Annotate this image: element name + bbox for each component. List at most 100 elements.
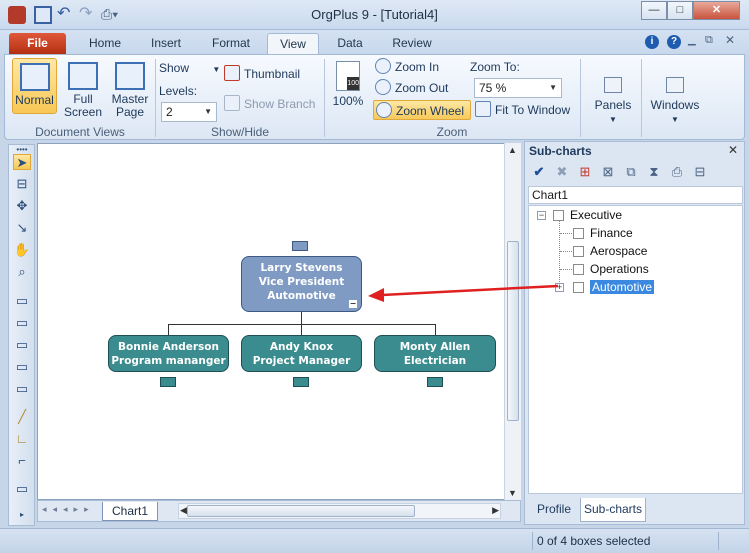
tab-view[interactable]: View [267, 33, 319, 54]
levels-value: 2 [166, 105, 173, 119]
maximize-button[interactable]: □ [667, 1, 693, 20]
scroll-up-icon[interactable]: ▲ [505, 145, 520, 155]
info-icon[interactable]: i [645, 35, 659, 49]
root-box-larry-stevens[interactable]: Larry Stevens Vice President Automotive … [241, 256, 362, 312]
toolbar-more-icon[interactable]: ▸ [13, 507, 31, 523]
zoom-in-button[interactable]: Zoom In [375, 57, 439, 77]
expand-down-icon[interactable] [160, 377, 176, 387]
thumbnail-button[interactable]: Thumbnail [224, 64, 300, 84]
cancel-icon[interactable]: ✖ [554, 164, 570, 180]
scroll-left-icon[interactable]: ◀ [180, 505, 187, 516]
checkbox[interactable] [573, 228, 584, 239]
angle-line-tool[interactable]: ∟ [13, 431, 31, 447]
full-screen-button[interactable]: Full Screen [63, 62, 103, 119]
print-icon[interactable]: ⎙ [669, 164, 685, 180]
checkbox[interactable] [573, 246, 584, 257]
tree-item-operations[interactable]: Operations [573, 261, 649, 278]
fit-to-window-button[interactable]: Fit To Window [475, 100, 570, 120]
copy-icon[interactable]: ⧉ [623, 164, 639, 180]
elbow-connector-tool[interactable]: ⌐ [13, 453, 31, 469]
hourglass-icon[interactable]: ⧗ [646, 164, 662, 180]
move-tool[interactable]: ✥ [13, 198, 31, 214]
tab-home[interactable]: Home [80, 33, 130, 54]
tab-insert[interactable]: Insert [143, 33, 189, 54]
vertical-scroll-thumb[interactable] [507, 241, 519, 421]
select-move-tool[interactable]: ↘ [13, 220, 31, 236]
org-structure-icon[interactable]: ⊞ [577, 164, 593, 180]
box-tool-1[interactable]: ▭ [13, 293, 31, 309]
tree-item-finance[interactable]: Finance [573, 225, 633, 242]
sheet-nav-icon[interactable]: ◂◂◂▸▸ [42, 504, 95, 515]
checkbox[interactable] [573, 264, 584, 275]
pointer-tool[interactable]: ➤ [13, 154, 31, 170]
layout-icon[interactable]: ⊟ [692, 164, 708, 180]
doc-close-icon[interactable]: ✕ [725, 33, 735, 47]
close-button[interactable]: ✕ [693, 1, 740, 20]
expand-up-icon[interactable] [292, 241, 308, 251]
box-tool-4[interactable]: ▭ [13, 359, 31, 375]
tab-subcharts[interactable]: Sub-charts [580, 498, 646, 522]
scroll-right-icon[interactable]: ▶ [492, 505, 499, 516]
horizontal-scroll-thumb[interactable] [187, 505, 415, 517]
export-icon[interactable]: ⊠ [600, 164, 616, 180]
tab-file[interactable]: File [9, 33, 66, 54]
master-page-button[interactable]: Master Page [109, 62, 151, 119]
ribbon-view: Normal Full Screen Master Page Document … [4, 54, 745, 140]
show-hide-group-label: Show/Hide [210, 125, 270, 139]
box-tool-2[interactable]: ▭ [13, 315, 31, 331]
checkbox[interactable] [573, 282, 584, 293]
box-andy-knox[interactable]: Andy Knox Project Manager [241, 335, 362, 372]
collapse-tree-icon[interactable]: − [537, 211, 546, 220]
ribbon-separator [155, 59, 156, 137]
windows-label: Windows [650, 98, 700, 112]
tab-data[interactable]: Data [330, 33, 370, 54]
restore-icon[interactable]: ⧉ [705, 34, 713, 47]
tree-item-label: Finance [590, 226, 633, 240]
show-branch-label: Show Branch [244, 97, 316, 111]
line-tool[interactable]: ╱ [13, 409, 31, 425]
hand-tool[interactable]: ✋ [13, 242, 31, 258]
check-icon[interactable]: ✔ [531, 164, 547, 180]
tree-item-executive[interactable]: Executive [553, 207, 622, 224]
tab-review[interactable]: Review [384, 33, 440, 54]
show-dropdown[interactable]: Show ▼ [159, 58, 220, 78]
tree-item-aerospace[interactable]: Aerospace [573, 243, 647, 260]
ribbon-minimize-icon[interactable]: ▁ [688, 35, 696, 46]
rectangle-tool[interactable]: ▭ [13, 481, 31, 497]
sheet-tab-chart1[interactable]: Chart1 [102, 502, 158, 521]
subcharts-tree: − Executive Finance Aerospace Operations… [528, 205, 743, 494]
box-bonnie-anderson[interactable]: Bonnie Anderson Program mananger [108, 335, 229, 372]
expand-tree-icon[interactable]: + [555, 283, 564, 292]
levels-combo[interactable]: 2 ▼ [161, 102, 217, 122]
close-icon[interactable]: ✕ [728, 143, 738, 157]
help-icon[interactable]: ? [667, 35, 681, 49]
chart-canvas[interactable]: Larry Stevens Vice President Automotive … [37, 143, 520, 500]
zoom-out-label: Zoom Out [395, 81, 449, 95]
chevron-down-icon: ▼ [609, 115, 617, 124]
zoom-wheel-button[interactable]: Zoom Wheel [373, 100, 472, 120]
box-tool-3[interactable]: ▭ [13, 337, 31, 353]
windows-button[interactable]: Windows ▼ [645, 77, 705, 126]
show-label: Show [159, 61, 190, 75]
vertical-scrollbar[interactable]: ▲ ▼ [504, 143, 521, 500]
box-monty-allen[interactable]: Monty Allen Electrician [374, 335, 496, 372]
horizontal-scrollbar[interactable]: ◀ ▶ [178, 503, 501, 519]
panels-button[interactable]: Panels ▼ [589, 77, 637, 126]
box-tool-5[interactable]: ▭ [13, 381, 31, 397]
status-divider [532, 532, 533, 550]
zoom-100-button[interactable]: 100 100% [330, 61, 366, 108]
expand-down-icon[interactable] [427, 377, 443, 387]
collapse-icon[interactable]: − [349, 300, 357, 308]
expand-down-icon[interactable] [293, 377, 309, 387]
show-branch-button[interactable]: Show Branch [224, 94, 315, 114]
tab-profile[interactable]: Profile [530, 498, 578, 522]
zoom-tool[interactable]: ⌕ [13, 264, 31, 280]
scroll-down-icon[interactable]: ▼ [505, 488, 520, 498]
tree-item-automotive[interactable]: Automotive [573, 279, 655, 296]
connector-tool[interactable]: ⊟ [13, 176, 31, 192]
normal-view-button[interactable]: Normal [12, 58, 57, 114]
minimize-button[interactable]: — [641, 1, 667, 20]
zoom-out-button[interactable]: Zoom Out [375, 78, 448, 98]
zoom-to-combo[interactable]: 75 % ▼ [474, 78, 562, 98]
tab-format[interactable]: Format [204, 33, 258, 54]
